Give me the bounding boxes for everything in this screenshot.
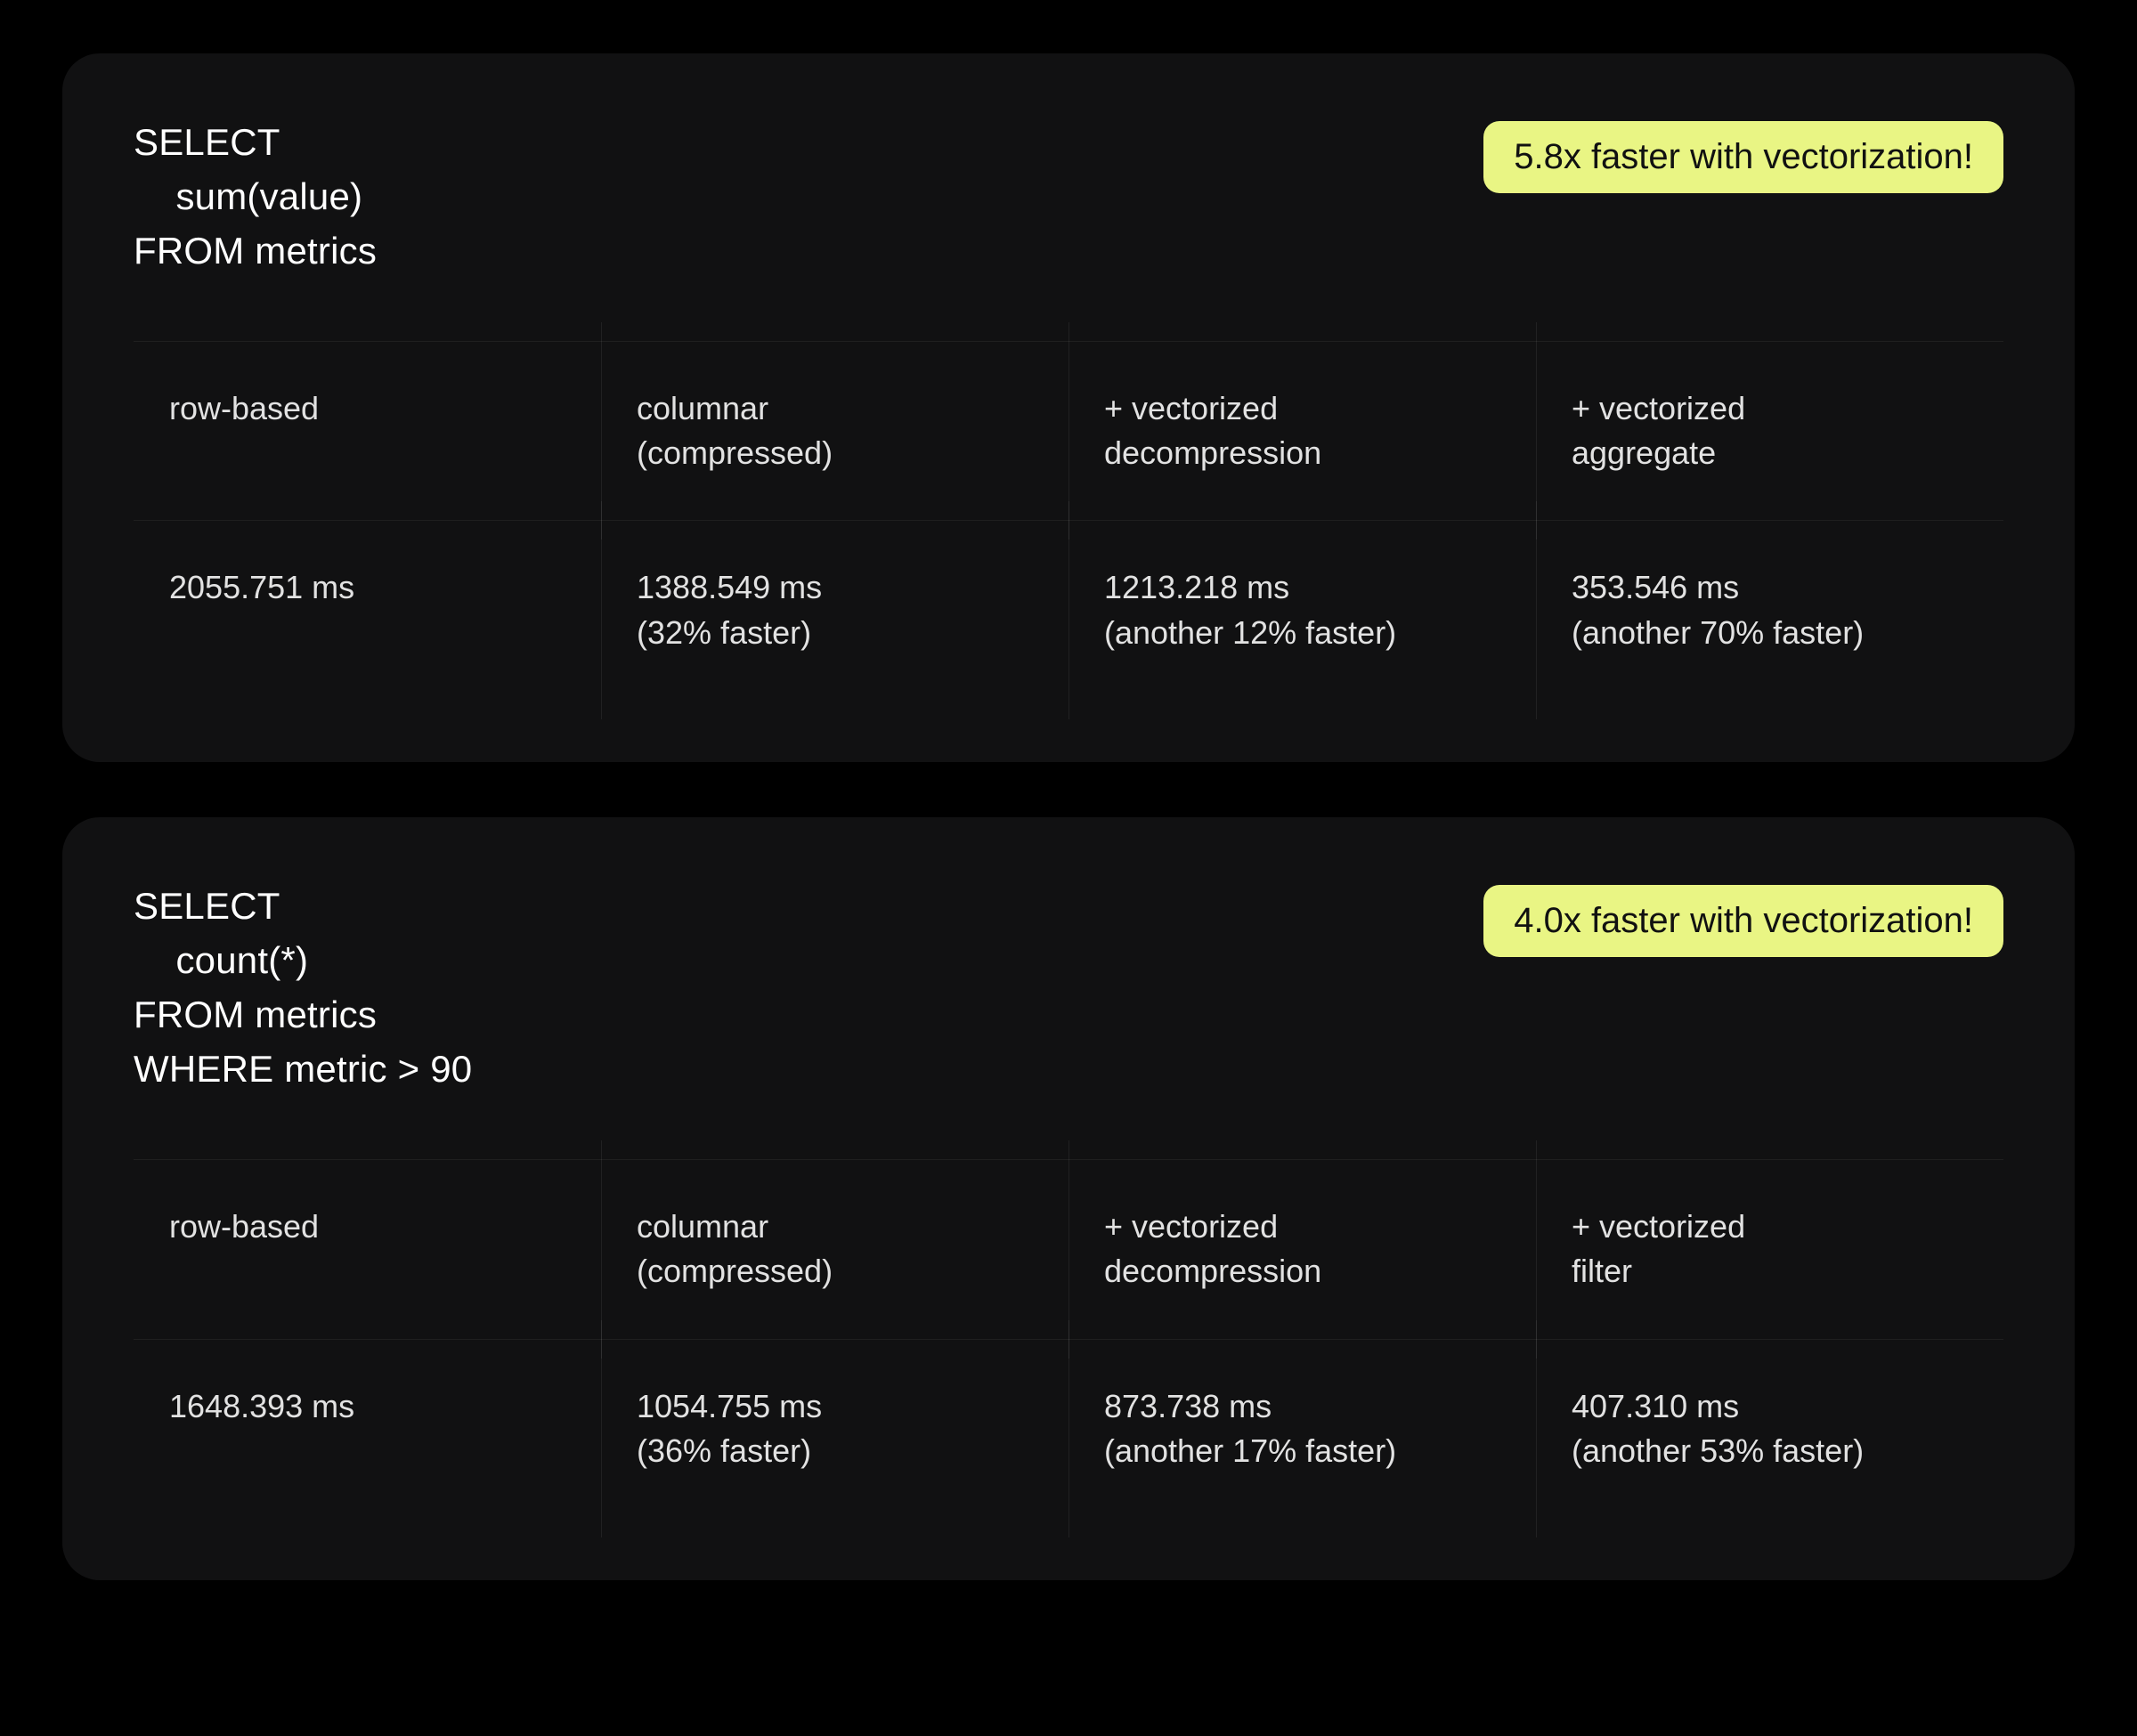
card-header: SELECT count(*) FROM metrics WHERE metri… xyxy=(134,880,2003,1097)
value-note: (32% faster) xyxy=(637,611,1033,655)
col-header-line1: + vectorized xyxy=(1104,1205,1500,1249)
page: SELECT sum(value) FROM metrics 5.8x fast… xyxy=(0,0,2137,1689)
value-note: (another 53% faster) xyxy=(1572,1429,1968,1473)
speedup-badge: 5.8x faster with vectorization! xyxy=(1483,121,2003,193)
col-header-row-based: row-based xyxy=(134,342,601,522)
value-columnar: 1388.549 ms (32% faster) xyxy=(601,521,1068,700)
value-columnar: 1054.755 ms (36% faster) xyxy=(601,1340,1068,1519)
col-header-line2: filter xyxy=(1572,1249,1968,1294)
value-vectorized-filter: 407.310 ms (another 53% faster) xyxy=(1536,1340,2003,1519)
query-text: SELECT sum(value) FROM metrics xyxy=(134,116,377,279)
value-ms: 1648.393 ms xyxy=(169,1384,565,1429)
value-vectorized-decomp: 873.738 ms (another 17% faster) xyxy=(1068,1340,1536,1519)
value-vectorized-agg: 353.546 ms (another 70% faster) xyxy=(1536,521,2003,700)
col-header-columnar: columnar (compressed) xyxy=(601,342,1068,522)
benchmark-grid: row-based columnar (compressed) + vector… xyxy=(134,341,2003,701)
value-vectorized-decomp: 1213.218 ms (another 12% faster) xyxy=(1068,521,1536,700)
value-row-based: 1648.393 ms xyxy=(134,1340,601,1519)
value-ms: 873.738 ms xyxy=(1104,1384,1500,1429)
value-note: (another 17% faster) xyxy=(1104,1429,1500,1473)
col-header-vectorized-decomp: + vectorized decompression xyxy=(1068,1160,1536,1340)
col-header-line1: + vectorized xyxy=(1104,386,1500,431)
col-header-vectorized-decomp: + vectorized decompression xyxy=(1068,342,1536,522)
col-header-line2: decompression xyxy=(1104,1249,1500,1294)
col-header-line2: (compressed) xyxy=(637,1249,1033,1294)
value-ms: 407.310 ms xyxy=(1572,1384,1968,1429)
card-header: SELECT sum(value) FROM metrics 5.8x fast… xyxy=(134,116,2003,279)
value-ms: 1388.549 ms xyxy=(637,565,1033,610)
benchmark-card-count: SELECT count(*) FROM metrics WHERE metri… xyxy=(62,817,2075,1580)
col-header-line1: row-based xyxy=(169,386,565,431)
value-ms: 1213.218 ms xyxy=(1104,565,1500,610)
value-row-based: 2055.751 ms xyxy=(134,521,601,700)
query-text: SELECT count(*) FROM metrics WHERE metri… xyxy=(134,880,472,1097)
col-header-line1: row-based xyxy=(169,1205,565,1249)
speedup-badge: 4.0x faster with vectorization! xyxy=(1483,885,2003,957)
col-header-line1: + vectorized xyxy=(1572,386,1968,431)
benchmark-card-sum: SELECT sum(value) FROM metrics 5.8x fast… xyxy=(62,53,2075,762)
value-ms: 353.546 ms xyxy=(1572,565,1968,610)
col-header-vectorized-filter: + vectorized filter xyxy=(1536,1160,2003,1340)
col-header-line2: (compressed) xyxy=(637,431,1033,475)
col-header-columnar: columnar (compressed) xyxy=(601,1160,1068,1340)
col-header-row-based: row-based xyxy=(134,1160,601,1340)
value-note: (another 12% faster) xyxy=(1104,611,1500,655)
col-header-line1: + vectorized xyxy=(1572,1205,1968,1249)
col-header-line1: columnar xyxy=(637,386,1033,431)
col-header-line2: decompression xyxy=(1104,431,1500,475)
col-header-line1: columnar xyxy=(637,1205,1033,1249)
value-ms: 2055.751 ms xyxy=(169,565,565,610)
value-note: (36% faster) xyxy=(637,1429,1033,1473)
col-header-vectorized-agg: + vectorized aggregate xyxy=(1536,342,2003,522)
benchmark-grid: row-based columnar (compressed) + vector… xyxy=(134,1159,2003,1519)
value-ms: 1054.755 ms xyxy=(637,1384,1033,1429)
col-header-line2: aggregate xyxy=(1572,431,1968,475)
value-note: (another 70% faster) xyxy=(1572,611,1968,655)
